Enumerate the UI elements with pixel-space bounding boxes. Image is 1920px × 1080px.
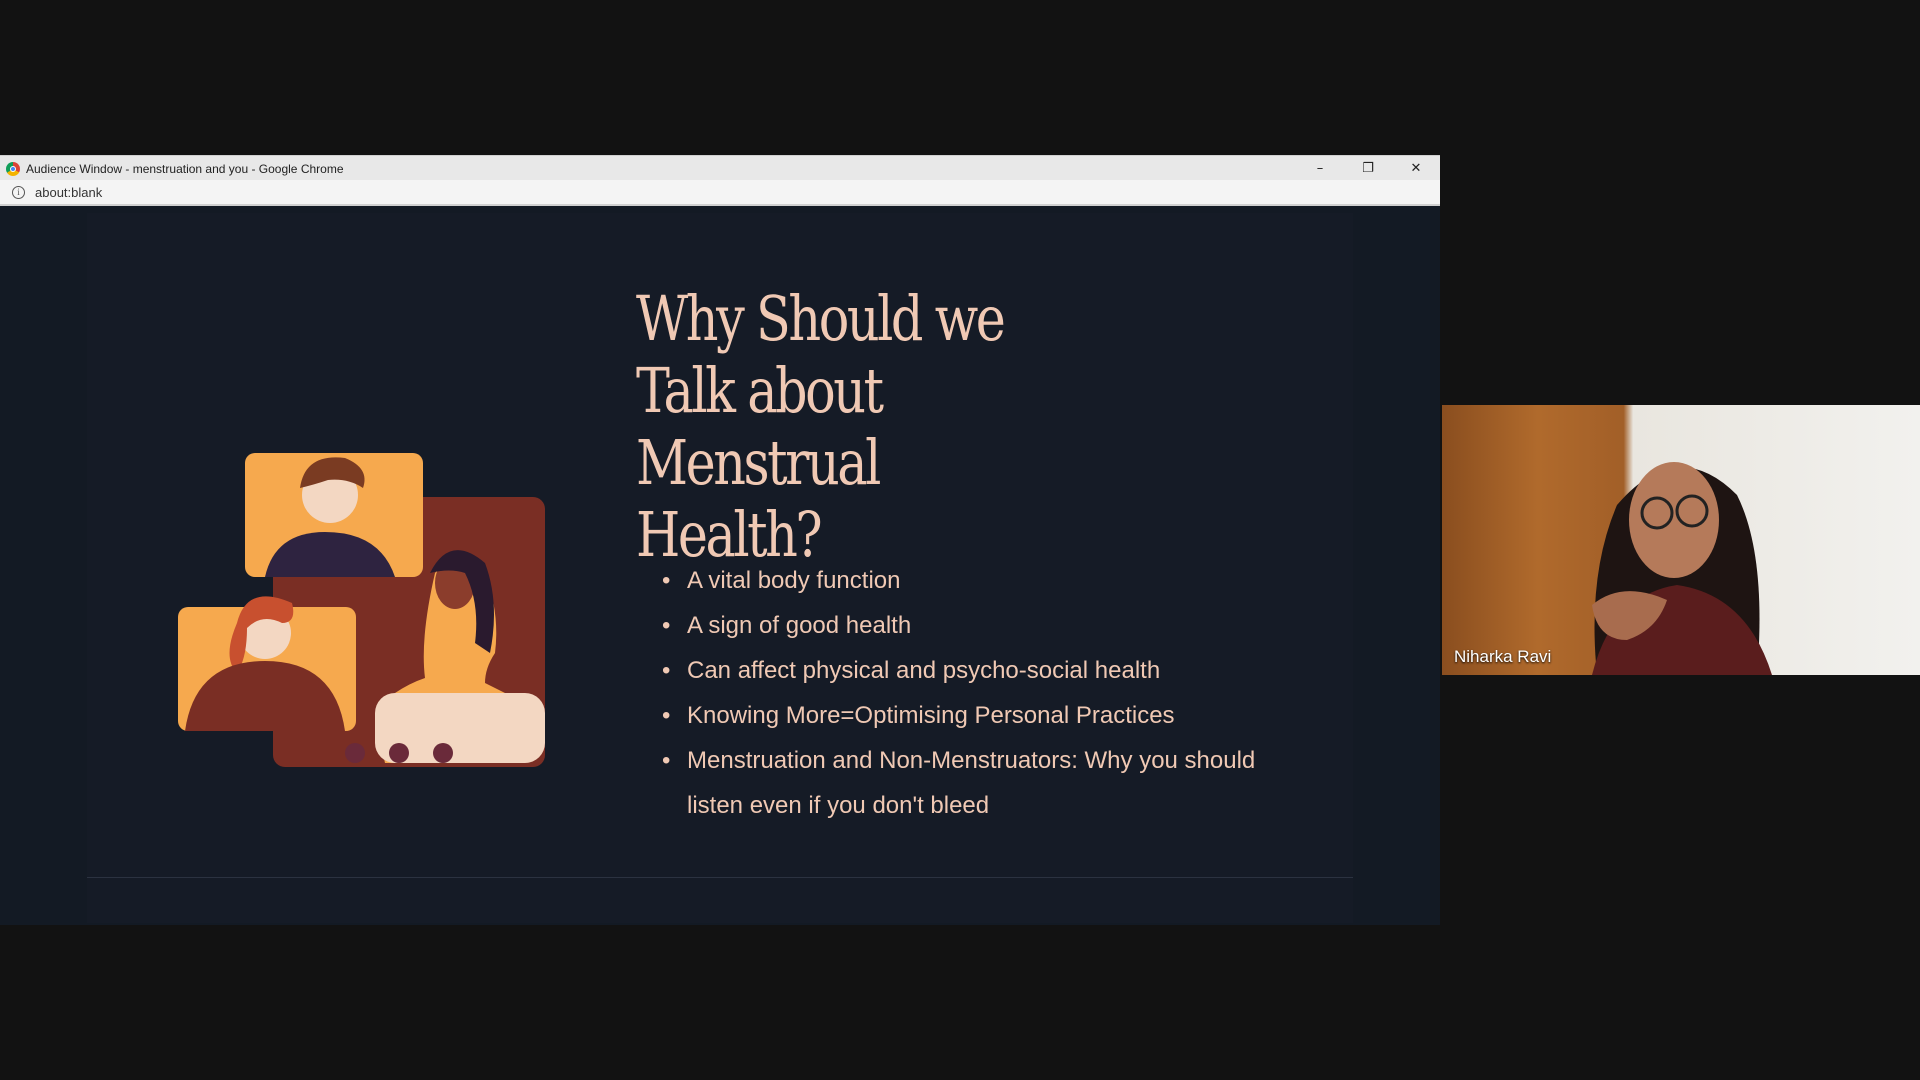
- info-icon[interactable]: i: [12, 185, 25, 199]
- address-bar[interactable]: i about:blank: [0, 180, 1440, 206]
- slide-title: Why Should we Talk about Menstrual Healt…: [636, 282, 1006, 571]
- slide-divider: [87, 877, 1353, 878]
- url-text[interactable]: about:blank: [35, 185, 102, 200]
- close-button[interactable]: ✕: [1392, 156, 1440, 181]
- title-bar: Audience Window - menstruation and you -…: [0, 155, 1440, 181]
- participant-video-feed: [1592, 462, 1772, 675]
- bullet-item: Knowing More=Optimising Personal Practic…: [662, 693, 1262, 738]
- video-call-illustration: [178, 453, 545, 767]
- participant-name: Niharka Ravi: [1454, 647, 1552, 666]
- restore-button[interactable]: ❐: [1344, 156, 1392, 181]
- window-title: Audience Window - menstruation and you -…: [26, 161, 344, 176]
- bullet-list: A vital body function A sign of good hea…: [662, 558, 1262, 828]
- illustration-hangup-icon: [389, 743, 409, 763]
- bullet-item: Can affect physical and psycho-social he…: [662, 648, 1262, 693]
- bullet-item: Menstruation and Non-Menstruators: Why y…: [662, 738, 1262, 828]
- chrome-logo-icon: [6, 161, 20, 176]
- bullet-item: A sign of good health: [662, 603, 1262, 648]
- illustration-mic-icon: [345, 743, 365, 763]
- window-controls: – ❐ ✕: [1296, 156, 1440, 181]
- bullet-item: A vital body function: [662, 558, 1262, 603]
- minimize-button[interactable]: –: [1296, 156, 1344, 181]
- presentation-slide: Why Should we Talk about Menstrual Healt…: [87, 213, 1353, 923]
- illustration-camera-icon: [433, 743, 453, 763]
- participant-video-tile[interactable]: Niharka Ravi: [1442, 405, 1920, 675]
